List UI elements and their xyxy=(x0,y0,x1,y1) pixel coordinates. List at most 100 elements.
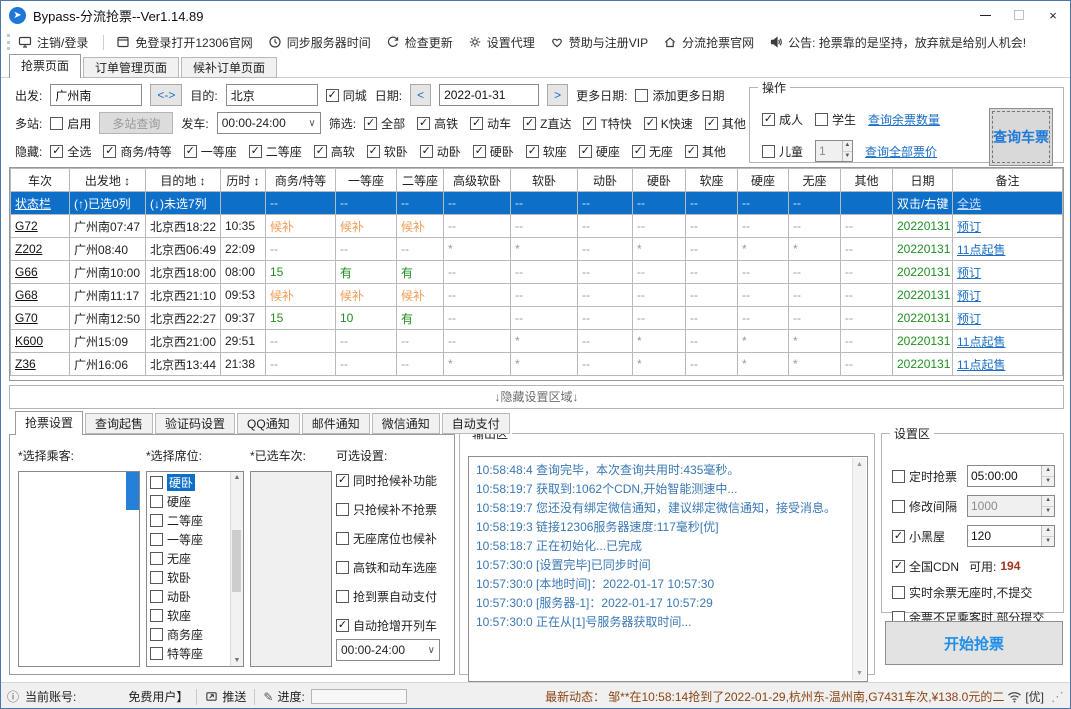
toolbar-item-check-update[interactable]: 检查更新 xyxy=(386,34,453,51)
interval-checkbox[interactable]: 修改间隔 xyxy=(892,498,957,515)
spin-down-icon[interactable]: ▼ xyxy=(842,151,853,161)
addmore-checkbox[interactable]: 添加更多日期 xyxy=(635,87,724,104)
scroll-up-icon[interactable]: ▲ xyxy=(234,474,241,481)
realtime-noseat-checkbox[interactable]: 实时余票无座时,不提交 xyxy=(892,584,1032,601)
train-link[interactable]: G70 xyxy=(10,306,70,330)
toolbar-item-logout[interactable]: 注销/登录 xyxy=(18,34,88,51)
push-label[interactable]: 推送 xyxy=(222,688,246,705)
seat-option[interactable]: 特等座 xyxy=(147,644,230,663)
train-link[interactable]: G72 xyxy=(10,214,70,238)
train-row[interactable]: Z202 广州08:40 北京西06:49 22:09 -- -- -- * * -- * -- * * -… xyxy=(10,237,1063,261)
col-header[interactable]: 历时 ↕ xyxy=(220,168,266,192)
train-link[interactable]: Z202 xyxy=(10,237,70,261)
train-row[interactable]: G68 广州南11:17 北京西21:10 09:53 候补 候补 候补 -- -- -- -- --… xyxy=(10,283,1063,307)
option-checkbox[interactable]: ✓ 自动抢增开列车 xyxy=(336,616,454,635)
child-count-spinner[interactable]: ▲▼ xyxy=(815,140,854,162)
date-next-button[interactable]: > xyxy=(547,84,569,106)
cdn-checkbox[interactable]: ✓ 全国CDN xyxy=(892,558,959,575)
action-link[interactable]: 预订 xyxy=(952,283,1063,307)
interval-input[interactable] xyxy=(968,496,1042,516)
action-link[interactable]: 预订 xyxy=(952,260,1063,284)
col-header[interactable]: 出发地 ↕ xyxy=(69,168,146,192)
train-link[interactable]: K600 xyxy=(10,329,70,353)
seat-option[interactable]: 硬座 xyxy=(147,492,230,511)
toolbar-item-sync-time[interactable]: 同步服务器时间 xyxy=(268,34,371,51)
filter-checkbox[interactable]: ✓ 动车 xyxy=(470,115,511,132)
minimize-button[interactable] xyxy=(968,1,1002,29)
hide-checkbox[interactable]: ✓ 软卧 xyxy=(366,143,408,160)
toolbar-item-open12306[interactable]: 免登录打开12306官网 xyxy=(116,34,253,51)
blackroom-checkbox[interactable]: ✓ 小黑屋 xyxy=(892,528,945,545)
blackroom-spinner[interactable]: ▲▼ xyxy=(967,525,1055,547)
toolbar-item-website[interactable]: 分流抢票官网 xyxy=(663,34,754,51)
query-tickets-link[interactable]: 查询余票数量 xyxy=(868,111,940,128)
train-link[interactable]: G68 xyxy=(10,283,70,307)
samecity-checkbox[interactable]: ✓ 同城 xyxy=(325,87,367,104)
child-count-input[interactable] xyxy=(816,141,842,161)
toolbar-item-vip[interactable]: 赞助与注册VIP xyxy=(550,34,648,51)
child-checkbox[interactable]: 儿童 xyxy=(762,143,803,160)
grab-time-select[interactable]: 00:00-24:00 ∨ xyxy=(336,639,440,661)
selected-trains-box[interactable] xyxy=(250,471,332,667)
hide-checkbox[interactable]: ✓ 全选 xyxy=(50,143,91,160)
action-link[interactable]: 预订 xyxy=(952,214,1063,238)
scroll-down-icon[interactable]: ▼ xyxy=(234,657,241,664)
option-checkbox[interactable]: 抢到票自动支付 xyxy=(336,587,454,606)
spin-up-icon[interactable]: ▲ xyxy=(1042,496,1054,507)
swap-button[interactable]: <-> xyxy=(150,84,183,106)
train-row[interactable]: G66 广州南10:00 北京西18:00 08:00 15 有有 -- -- -- -- -- --… xyxy=(10,260,1063,284)
filter-checkbox[interactable]: ✓ 全部 xyxy=(364,115,405,132)
spin-up-icon[interactable]: ▲ xyxy=(1042,466,1054,477)
col-header[interactable]: 目的地 ↕ xyxy=(145,168,221,192)
spin-up-icon[interactable]: ▲ xyxy=(1042,526,1054,537)
timed-time-input[interactable] xyxy=(968,466,1042,486)
seat-option[interactable]: 软卧 xyxy=(147,568,230,587)
option-checkbox[interactable]: ✓ 同时抢候补功能 xyxy=(336,471,454,490)
seat-option[interactable]: 商务座 xyxy=(147,625,230,644)
filter-checkbox[interactable]: ✓ K快速 xyxy=(643,115,693,132)
timed-time-spinner[interactable]: ▲▼ xyxy=(967,465,1055,487)
spin-down-icon[interactable]: ▼ xyxy=(1042,536,1054,546)
hide-checkbox[interactable]: ✓ 高软 xyxy=(313,143,355,160)
start-grab-button[interactable]: 开始抢票 xyxy=(885,621,1063,665)
train-row[interactable]: G72 广州南07:47 北京西18:22 10:35 候补 候补 候补 -- -- -- -- --… xyxy=(10,214,1063,238)
status-row[interactable]: 状态栏 (↑)已选0列 (↓)未选7列 -- -- -- -- -- -- -- -- -- -- 双击/… xyxy=(10,191,1063,215)
seat-option[interactable]: 动卧 xyxy=(147,587,230,606)
date-prev-button[interactable]: < xyxy=(410,84,432,106)
action-link[interactable]: 11点起售 xyxy=(952,237,1063,261)
train-row[interactable]: Z36 广州16:06 北京西13:44 21:38 -- -- -- * * -- * -- * * --… xyxy=(10,352,1063,376)
settings-tab[interactable]: QQ通知 xyxy=(237,413,300,434)
hide-checkbox[interactable]: ✓ 硬座 xyxy=(578,143,620,160)
date-input[interactable] xyxy=(439,84,540,106)
action-link[interactable]: 全选 xyxy=(952,191,1063,215)
seat-scroll-thumb[interactable] xyxy=(232,530,241,592)
scroll-up-icon[interactable]: ▲ xyxy=(856,461,863,468)
interval-spinner[interactable]: ▲▼ xyxy=(967,495,1055,517)
hide-checkbox[interactable]: ✓ 无座 xyxy=(631,143,673,160)
hide-checkbox[interactable]: ✓ 动卧 xyxy=(419,143,461,160)
hide-checkbox[interactable]: ✓ 二等座 xyxy=(248,143,302,160)
train-row[interactable]: G70 广州南12:50 北京西22:27 09:37 15 10 有 -- -- -- -- -- -… xyxy=(10,306,1063,330)
tab-waitlist-page[interactable]: 候补订单页面 xyxy=(181,57,278,78)
query-prices-link[interactable]: 查询全部票价 xyxy=(865,143,937,160)
action-link[interactable]: 预订 xyxy=(952,306,1063,330)
hide-checkbox[interactable]: ✓ 其他 xyxy=(684,143,726,160)
train-link[interactable]: Z36 xyxy=(10,352,70,376)
hide-checkbox[interactable]: ✓ 一等座 xyxy=(183,143,237,160)
hide-checkbox[interactable]: ✓ 硬卧 xyxy=(472,143,514,160)
spin-down-icon[interactable]: ▼ xyxy=(1042,506,1054,516)
filter-checkbox[interactable]: ✓ 高铁 xyxy=(417,115,458,132)
settings-tab[interactable]: 查询起售 xyxy=(85,413,154,434)
train-row[interactable]: K600 广州15:09 北京西21:00 29:51 -- -- -- -- * -- * -- * *… xyxy=(10,329,1063,353)
toolbar-item-proxy[interactable]: 设置代理 xyxy=(468,34,535,51)
option-checkbox[interactable]: 无座席位也候补 xyxy=(336,529,454,548)
tab-grab-page[interactable]: 抢票页面 xyxy=(9,54,82,78)
seat-option[interactable]: 二等座 xyxy=(147,511,230,530)
multi-query-button[interactable]: 多站查询 xyxy=(99,112,174,134)
passenger-list[interactable] xyxy=(18,471,140,667)
spin-down-icon[interactable]: ▼ xyxy=(1042,476,1054,486)
maximize-button[interactable] xyxy=(1002,1,1036,29)
from-input[interactable] xyxy=(50,84,143,106)
seat-option[interactable]: 一等座 xyxy=(147,530,230,549)
settings-tab[interactable]: 邮件通知 xyxy=(301,413,370,434)
